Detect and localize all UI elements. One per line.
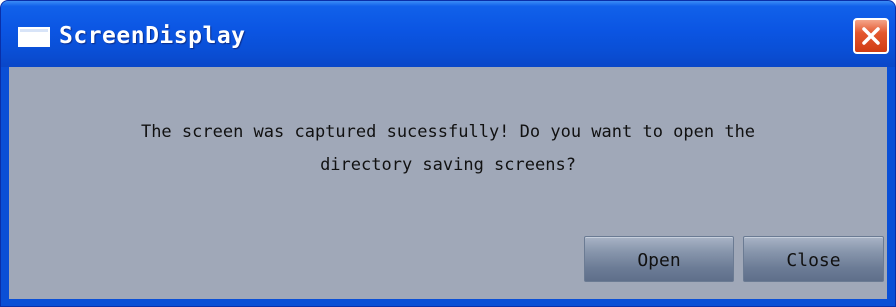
dialog-body: The screen was captured sucessfully! Do …	[9, 67, 887, 299]
message-line-1: The screen was captured sucessfully! Do …	[140, 122, 756, 142]
close-window-button[interactable]	[853, 18, 889, 54]
close-button[interactable]: Close	[743, 236, 884, 282]
title-bar[interactable]: ScreenDisplay	[1, 1, 895, 67]
dialog-window: ScreenDisplay The screen was captured su…	[0, 0, 896, 307]
message-line-2: directory saving screens?	[320, 155, 576, 175]
open-button[interactable]: Open	[584, 236, 734, 282]
dialog-message: The screen was captured sucessfully! Do …	[9, 116, 887, 182]
window-icon	[18, 27, 50, 47]
close-icon	[862, 27, 880, 45]
window-title: ScreenDisplay	[59, 23, 246, 49]
